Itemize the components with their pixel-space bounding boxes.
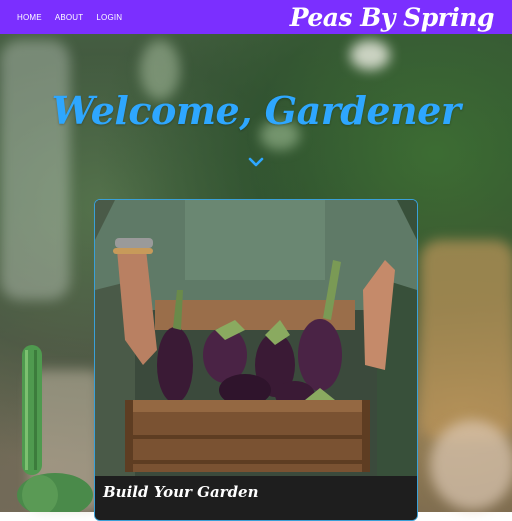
nav-links: HOME ABOUT LOGIN xyxy=(17,13,122,22)
nav-link-login[interactable]: LOGIN xyxy=(96,13,122,22)
chevron-down-icon[interactable] xyxy=(248,156,264,168)
eggplant-basket-photo xyxy=(95,200,417,520)
card-title: Build Your Garden xyxy=(103,483,259,501)
hero-heading: Welcome, Gardener xyxy=(51,88,461,133)
cactus-decoration xyxy=(17,345,93,512)
nav-link-home[interactable]: HOME xyxy=(17,13,42,22)
brand-logo[interactable]: Peas By Spring xyxy=(290,3,495,32)
top-navigation-bar: HOME ABOUT LOGIN Peas By Spring xyxy=(0,0,512,34)
nav-link-about[interactable]: ABOUT xyxy=(55,13,84,22)
feature-card[interactable]: Build Your Garden xyxy=(94,199,418,521)
